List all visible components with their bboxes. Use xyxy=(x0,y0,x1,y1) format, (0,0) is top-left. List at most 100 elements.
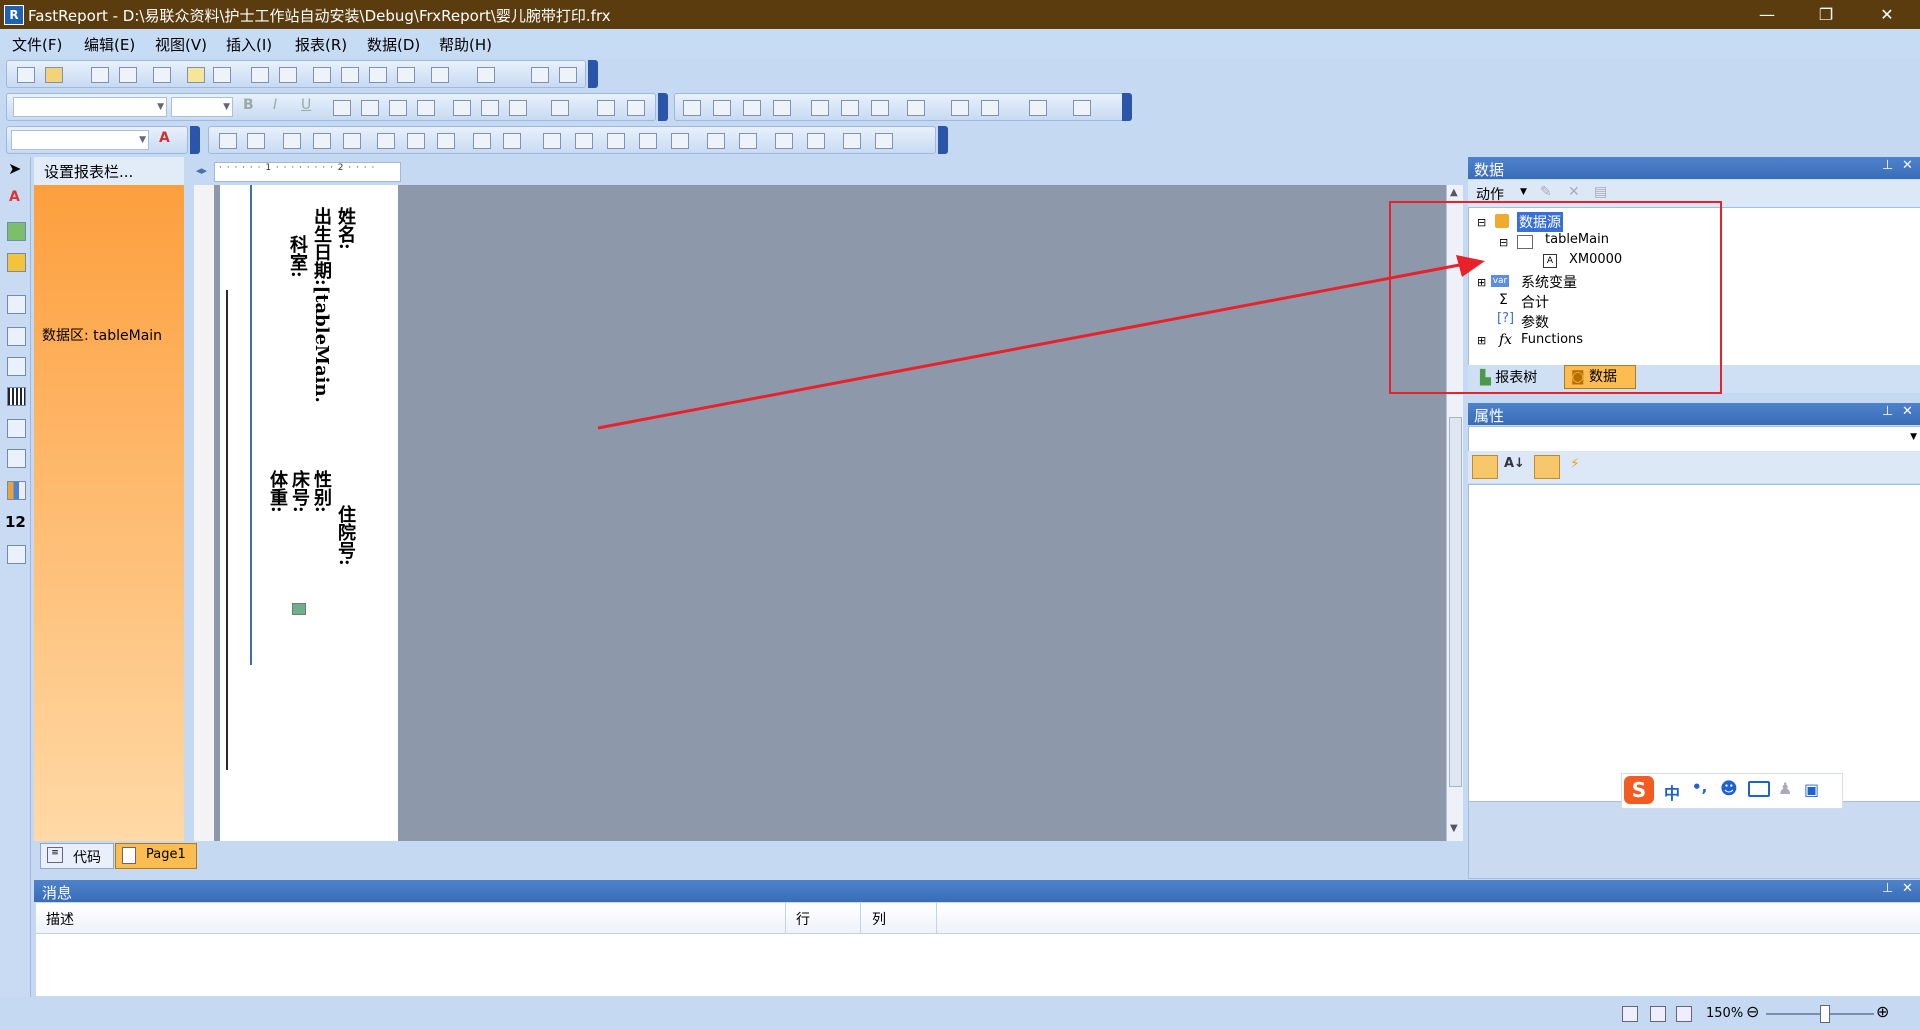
style-combo[interactable]: ▼ xyxy=(11,130,149,150)
new-dialog-icon[interactable] xyxy=(213,67,231,83)
group-icon[interactable] xyxy=(531,67,549,83)
cellular-text-icon[interactable] xyxy=(7,545,26,564)
format-painter-icon[interactable] xyxy=(397,67,415,83)
valign-bottom-icon[interactable] xyxy=(509,100,527,116)
col-row[interactable]: 行 xyxy=(796,909,810,929)
align-tops-icon[interactable] xyxy=(313,133,331,149)
justify-icon[interactable] xyxy=(417,100,435,116)
valign-top-icon[interactable] xyxy=(453,100,471,116)
ime-punct-toggle[interactable]: •, xyxy=(1692,778,1707,796)
align-rights-icon[interactable] xyxy=(283,133,301,149)
emoji-icon[interactable]: ☻ xyxy=(1720,779,1738,799)
align-middles-icon[interactable] xyxy=(343,133,361,149)
open-icon[interactable] xyxy=(45,67,63,83)
table-object-icon[interactable] xyxy=(7,327,26,346)
action-dropdown-arrow-icon[interactable]: ▼ xyxy=(1520,187,1527,197)
object-selector-combo[interactable]: ▼ xyxy=(1468,426,1920,452)
toolbar-overflow[interactable] xyxy=(588,60,598,88)
align-center-icon[interactable] xyxy=(361,100,379,116)
apps-grid-icon[interactable]: ▣ xyxy=(1804,780,1819,799)
ungroup-objects-icon[interactable] xyxy=(807,133,825,149)
italic-icon[interactable]: I xyxy=(273,97,277,113)
redo-icon[interactable] xyxy=(477,67,495,83)
menu-insert[interactable]: 插入(I) xyxy=(226,34,272,55)
border-none-icon[interactable] xyxy=(841,100,859,116)
line-width-icon[interactable] xyxy=(1029,100,1047,116)
toolbar-overflow[interactable] xyxy=(938,126,948,154)
menu-file[interactable]: 文件(F) xyxy=(12,34,62,55)
new-report-icon[interactable] xyxy=(17,67,35,83)
col-column[interactable]: 列 xyxy=(872,909,886,929)
text-object-icon[interactable]: A xyxy=(9,189,20,205)
text-inpatient-label[interactable]: 住院号: xyxy=(332,505,358,566)
chart-object-icon[interactable] xyxy=(7,481,26,500)
toolbar-overflow[interactable] xyxy=(1122,93,1132,121)
zip-code-icon[interactable]: 12 xyxy=(5,513,26,531)
border-top-icon[interactable] xyxy=(683,100,701,116)
sort-az-icon[interactable]: A↓ xyxy=(1504,456,1525,471)
zoom-100-icon[interactable] xyxy=(1676,1006,1692,1022)
border-left-icon[interactable] xyxy=(743,100,761,116)
close-window-button[interactable]: ✕ xyxy=(1864,0,1910,29)
align-grid-icon[interactable] xyxy=(407,133,425,149)
shadow-icon[interactable] xyxy=(871,100,889,116)
panel-close-icon[interactable]: ✕ xyxy=(1902,881,1913,896)
valign-middle-icon[interactable] xyxy=(481,100,499,116)
preview-icon[interactable] xyxy=(153,67,171,83)
border-right-icon[interactable] xyxy=(773,100,791,116)
border-bottom-icon[interactable] xyxy=(713,100,731,116)
save-icon[interactable] xyxy=(91,67,109,83)
center-v-icon[interactable] xyxy=(575,133,593,149)
user-icon[interactable]: ♟ xyxy=(1778,779,1792,798)
send-back-icon[interactable] xyxy=(739,133,757,149)
minimize-button[interactable]: — xyxy=(1744,0,1790,29)
edit-icon[interactable]: ✎ xyxy=(1540,184,1552,200)
menu-edit[interactable]: 编辑(E) xyxy=(84,34,135,55)
scrollbar-thumb[interactable] xyxy=(1449,417,1462,787)
pointer-icon[interactable]: ➤ xyxy=(8,159,21,178)
pin-icon[interactable]: ⊥ xyxy=(1882,881,1893,896)
copy-icon[interactable] xyxy=(341,67,359,83)
properties-icon[interactable] xyxy=(1534,455,1560,479)
text-dept-label[interactable]: 科室: xyxy=(284,235,310,278)
align-lefts-icon[interactable] xyxy=(219,133,237,149)
matrix-object-icon[interactable] xyxy=(7,357,26,376)
text-birth-field[interactable]: 出生日期:[tableMain. xyxy=(308,207,334,403)
align-bottoms-icon[interactable] xyxy=(377,133,395,149)
same-size-icon[interactable] xyxy=(671,133,689,149)
unlock-icon[interactable] xyxy=(875,133,893,149)
ruler-toggle-icon[interactable]: ◂▸ xyxy=(196,164,207,177)
menu-report[interactable]: 报表(R) xyxy=(295,34,347,55)
underline-icon[interactable]: U xyxy=(301,97,311,113)
scroll-up-icon[interactable]: ▲ xyxy=(1450,187,1458,198)
font-size-combo[interactable]: ▼ xyxy=(171,97,233,117)
rich-text-icon[interactable] xyxy=(7,419,26,438)
zoom-slider-thumb[interactable] xyxy=(1820,1005,1830,1023)
text-name-label[interactable]: 姓名: xyxy=(332,207,358,250)
picture-placeholder-icon[interactable] xyxy=(292,603,306,615)
ungroup-icon[interactable] xyxy=(559,67,577,83)
categorized-icon[interactable] xyxy=(1472,455,1498,479)
view-icon[interactable]: ▤ xyxy=(1594,184,1607,200)
events-icon[interactable]: ⚡ xyxy=(1570,456,1580,472)
save-all-icon[interactable] xyxy=(119,67,137,83)
pin-icon[interactable]: ⊥ xyxy=(1882,158,1893,173)
scroll-down-icon[interactable]: ▼ xyxy=(1450,823,1458,834)
align-right-icon[interactable] xyxy=(389,100,407,116)
ime-lang-toggle[interactable]: 中 xyxy=(1664,780,1680,804)
border-all-icon[interactable] xyxy=(811,100,829,116)
delete-page-icon[interactable] xyxy=(279,67,297,83)
panel-close-icon[interactable]: ✕ xyxy=(1902,404,1913,419)
toolbar-overflow[interactable] xyxy=(658,93,668,121)
shape-object-icon[interactable] xyxy=(7,253,26,272)
same-height-icon[interactable] xyxy=(639,133,657,149)
menu-help[interactable]: 帮助(H) xyxy=(439,34,492,55)
data-band-label[interactable]: 数据区: tableMain xyxy=(42,325,162,345)
bold-icon[interactable]: B xyxy=(243,97,254,113)
cut-icon[interactable] xyxy=(313,67,331,83)
lock-icon[interactable] xyxy=(843,133,861,149)
font-color-icon[interactable] xyxy=(551,100,569,116)
font-name-combo[interactable]: ▼ xyxy=(13,97,167,117)
pin-icon[interactable]: ⊥ xyxy=(1882,404,1893,419)
tab-code[interactable]: ≡ 代码 xyxy=(40,843,114,869)
